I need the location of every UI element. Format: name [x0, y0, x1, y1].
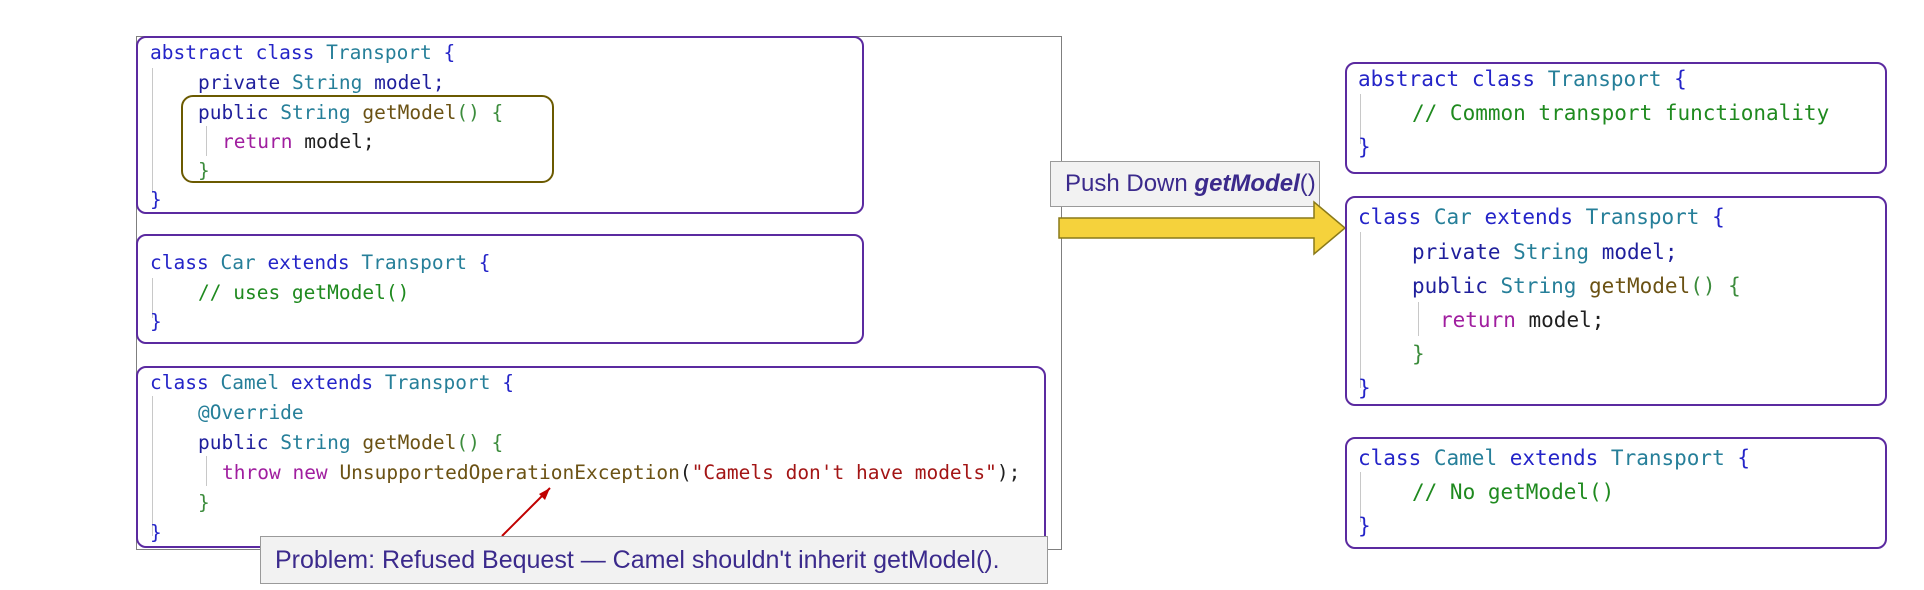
before-car-code: class Car extends Transport { // uses ge…: [150, 251, 491, 333]
problem-callout-line: [501, 487, 551, 537]
before-transport-code: abstract class Transport { private Strin…: [150, 41, 504, 211]
after-camel-code: class Camel extends Transport { // No ge…: [1358, 446, 1751, 538]
before-camel-code: class Camel extends Transport { @Overrid…: [150, 371, 1021, 544]
problem-label: Problem: Refused Bequest — Camel shouldn…: [260, 536, 1048, 584]
after-transport-code: abstract class Transport { // Common tra…: [1358, 67, 1830, 159]
push-down-arrow: [1058, 200, 1347, 256]
after-car-code: class Car extends Transport { private St…: [1358, 205, 1741, 400]
